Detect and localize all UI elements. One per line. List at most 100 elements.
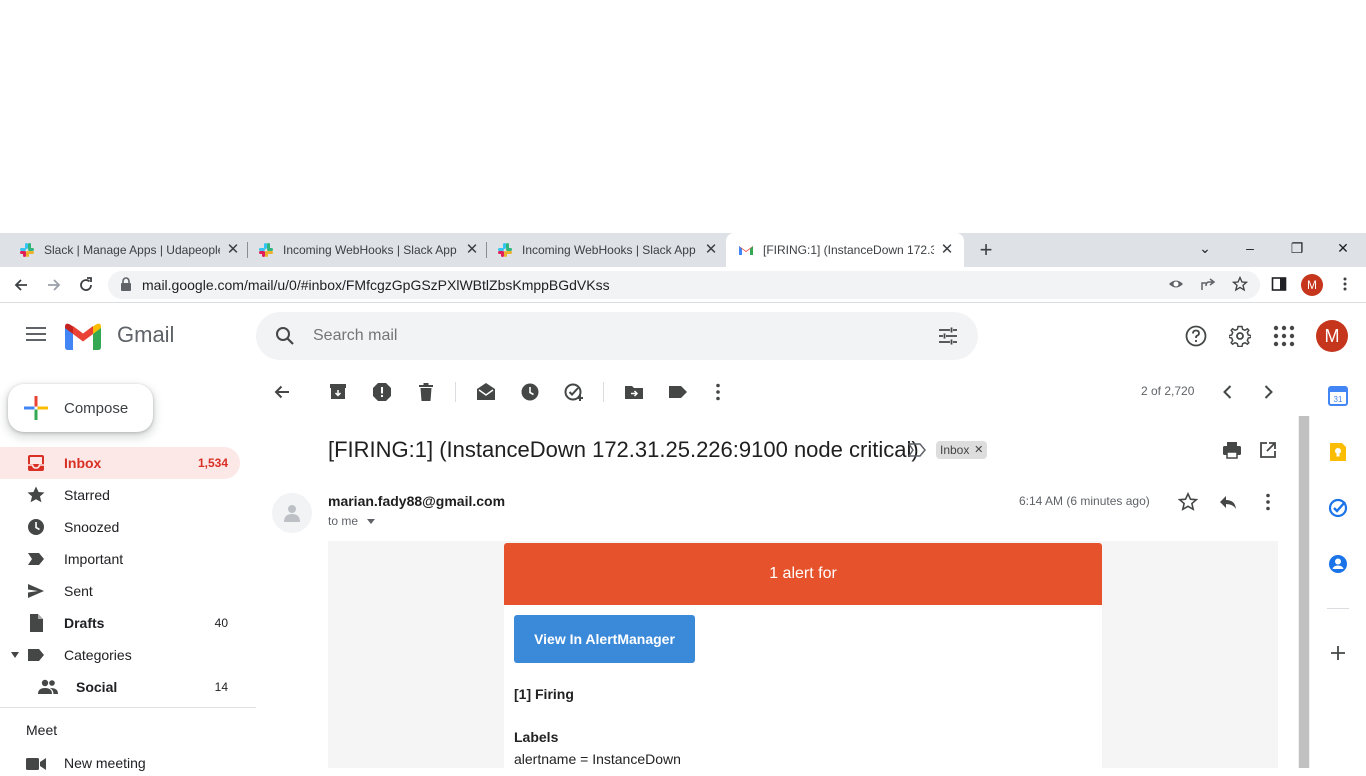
tab-title: Incoming WebHooks | Slack App [283, 243, 457, 257]
expand-arrow-icon[interactable] [10, 651, 20, 659]
sidebar-item-categories[interactable]: Categories [0, 639, 240, 671]
menu-icon[interactable] [26, 326, 46, 342]
close-window-button[interactable]: ✕ [1333, 238, 1353, 258]
add-task-icon[interactable] [564, 382, 584, 402]
tasks-icon[interactable] [1328, 498, 1348, 518]
gmail-logo-icon[interactable] [65, 323, 101, 350]
recipient-line[interactable]: to me [328, 514, 376, 528]
sidebar-item-label: Sent [64, 583, 93, 599]
importance-marker-icon[interactable] [908, 442, 926, 458]
more-vert-icon[interactable] [708, 382, 728, 402]
side-panel-divider [1327, 608, 1349, 609]
browser-tab-2[interactable]: Incoming WebHooks | Slack App ✕ [239, 233, 489, 267]
print-icon[interactable] [1222, 440, 1242, 460]
restore-button[interactable]: ❐ [1287, 238, 1307, 258]
lock-icon[interactable] [120, 277, 132, 291]
divider [0, 707, 256, 708]
tab-search-icon[interactable]: ⌄ [1195, 238, 1215, 258]
newer-chevron-icon[interactable] [1218, 382, 1238, 402]
sidebar-item-important[interactable]: Important [0, 543, 240, 575]
share-icon[interactable] [1200, 276, 1216, 292]
gmail-wordmark[interactable]: Gmail [117, 322, 174, 348]
more-vert-icon[interactable] [1258, 492, 1278, 512]
sender-email[interactable]: marian.fady88@gmail.com [328, 493, 505, 509]
eye-icon[interactable] [1168, 276, 1184, 292]
reply-icon[interactable] [1218, 492, 1238, 512]
sidebar-item-label: Important [64, 551, 124, 567]
tab-title: Incoming WebHooks | Slack App [522, 243, 696, 257]
more-vert-icon[interactable] [1337, 276, 1353, 292]
reload-icon[interactable] [77, 276, 95, 294]
calendar-icon[interactable]: 31 [1328, 386, 1348, 406]
firing-heading: [1] Firing [514, 686, 574, 702]
label-icon [28, 649, 44, 661]
scrollbar-thumb[interactable] [1299, 416, 1309, 768]
star-outline-icon[interactable] [1232, 276, 1248, 292]
keep-icon[interactable] [1328, 442, 1348, 462]
new-tab-button[interactable]: + [976, 239, 996, 261]
side-panel-icon[interactable] [1271, 276, 1287, 292]
toolbar-separator [603, 382, 604, 402]
inbox-label-chip: Inbox ✕ [936, 441, 988, 459]
older-chevron-icon[interactable] [1258, 382, 1278, 402]
close-icon[interactable]: ✕ [940, 242, 954, 257]
browser-tab-1[interactable]: Slack | Manage Apps | Udapeople ✕ [0, 233, 250, 267]
browser-tab-active[interactable]: [FIRING:1] (InstanceDown 172.31 ✕ [726, 233, 964, 267]
star-outline-icon[interactable] [1178, 492, 1198, 512]
add-addon-icon[interactable] [1328, 643, 1348, 663]
account-avatar[interactable]: M [1316, 320, 1348, 352]
search-icon[interactable] [275, 326, 295, 346]
unread-count: 1,534 [197, 456, 228, 470]
sidebar-item-snoozed[interactable]: Snoozed [0, 511, 240, 543]
pagination-text: 2 of 2,720 [1141, 384, 1195, 398]
label-as-icon[interactable] [668, 382, 688, 402]
back-to-inbox-icon[interactable] [272, 382, 292, 402]
mark-unread-icon[interactable] [476, 382, 496, 402]
sidebar-item-drafts[interactable]: Drafts 40 [0, 607, 240, 639]
search-options-icon[interactable] [938, 326, 958, 346]
details-dropdown-icon[interactable] [367, 518, 376, 525]
new-meeting-label: New meeting [64, 755, 146, 771]
report-spam-icon[interactable] [372, 382, 392, 402]
forward-icon[interactable] [45, 276, 63, 294]
slack-icon [259, 243, 273, 257]
minimize-button[interactable]: – [1240, 238, 1260, 258]
close-icon[interactable]: ✕ [226, 242, 240, 257]
snooze-icon[interactable] [520, 382, 540, 402]
move-to-icon[interactable] [624, 382, 644, 402]
archive-icon[interactable] [328, 382, 348, 402]
open-new-window-icon[interactable] [1258, 440, 1278, 460]
browser-tab-3[interactable]: Incoming WebHooks | Slack App ✕ [478, 233, 728, 267]
sender-avatar[interactable] [272, 493, 312, 533]
sidebar-item-label: Inbox [64, 455, 102, 471]
help-icon[interactable] [1185, 325, 1207, 347]
video-camera-icon [26, 758, 46, 770]
sidebar-item-label: Categories [64, 647, 132, 663]
tab-title: [FIRING:1] (InstanceDown 172.31 [763, 243, 934, 257]
compose-button[interactable]: Compose [8, 384, 153, 432]
search-input[interactable] [313, 326, 873, 346]
slack-icon [498, 243, 512, 257]
important-icon [28, 553, 44, 565]
send-icon [28, 584, 44, 598]
star-icon [27, 486, 45, 503]
sidebar-item-sent[interactable]: Sent [0, 575, 240, 607]
contacts-icon[interactable] [1328, 554, 1348, 574]
meet-heading: Meet [26, 722, 58, 738]
delete-icon[interactable] [416, 382, 436, 402]
close-icon[interactable]: ✕ [704, 242, 718, 257]
close-icon[interactable]: ✕ [465, 242, 479, 257]
sidebar-item-social[interactable]: Social 14 [0, 671, 240, 703]
apps-grid-icon[interactable] [1273, 325, 1295, 347]
sidebar-item-inbox[interactable]: Inbox 1,534 [0, 447, 240, 479]
url-text[interactable]: mail.google.com/mail/u/0/#inbox/FMfcgzGp… [142, 277, 610, 293]
new-meeting-item[interactable]: New meeting [0, 752, 240, 776]
remove-label-icon[interactable]: ✕ [974, 441, 983, 459]
profile-avatar[interactable]: M [1301, 274, 1323, 296]
settings-icon[interactable] [1229, 325, 1251, 347]
view-in-alertmanager-button[interactable]: View In AlertManager [514, 615, 695, 663]
inbox-chip-label: Inbox [940, 443, 970, 457]
back-icon[interactable] [12, 276, 30, 294]
sidebar-item-starred[interactable]: Starred [0, 479, 240, 511]
gmail-icon [739, 246, 753, 255]
